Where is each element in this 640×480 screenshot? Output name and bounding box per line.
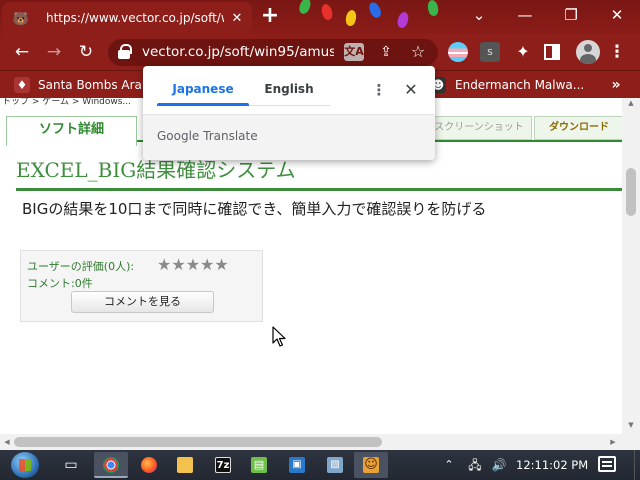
taskbar-task-view[interactable]: ▭ — [54, 452, 88, 478]
christmas-light-decoration — [297, 0, 313, 16]
translate-close-icon[interactable]: ✕ — [401, 80, 421, 100]
close-window-button[interactable]: ✕ — [602, 4, 632, 26]
google-translate-brand: Google Translate — [157, 129, 258, 143]
christmas-light-decoration — [396, 10, 410, 30]
christmas-light-decoration — [367, 0, 383, 20]
share-icon[interactable]: ⇪ — [376, 42, 396, 62]
firefox-icon: ◕ — [141, 457, 157, 473]
lock-icon[interactable] — [118, 44, 132, 59]
extension-s-icon[interactable]: s — [480, 42, 500, 62]
restore-button[interactable]: ❐ — [556, 4, 586, 26]
7zip-icon: 7z — [215, 457, 231, 473]
bookmark-item[interactable]: Endermanch Malwa... — [455, 78, 584, 92]
bookmark-item[interactable]: Santa Bombs Arabs — [38, 78, 156, 92]
task-view-icon: ▭ — [64, 457, 78, 473]
network-icon[interactable]: 🖧 — [466, 457, 484, 473]
monitor-icon: ▧ — [327, 457, 343, 473]
horizontal-scroll-thumb[interactable] — [14, 437, 382, 447]
browser-tab[interactable]: 🐻 https://www.vector.co.jp/soft/win ✕ — [2, 2, 252, 34]
chrome-icon: ◉ — [103, 457, 119, 473]
comment-count: コメント:0件 — [27, 277, 93, 290]
translate-options-icon[interactable]: ⋮ — [371, 80, 387, 100]
bear-face-icon: 🐻 — [12, 12, 30, 27]
folder-icon: ▬ — [177, 457, 193, 473]
christmas-light-decoration — [426, 0, 440, 17]
tab-screenshot[interactable]: スクリーンショット — [426, 116, 532, 140]
forward-icon[interactable]: → — [40, 38, 68, 66]
vertical-scroll-thumb[interactable] — [626, 168, 636, 216]
translate-popup: Japanese English ⋮ ✕ Google Translate — [143, 66, 435, 160]
start-button[interactable] — [6, 450, 44, 480]
extension-flag-icon[interactable] — [448, 42, 468, 62]
address-bar[interactable]: vector.co.jp/soft/win95/amus... 文A ⇪ ☆ — [108, 39, 438, 66]
tab-strip: 🐻 https://www.vector.co.jp/soft/win ✕ + … — [0, 0, 640, 34]
title-divider — [16, 188, 624, 191]
minimize-button[interactable]: — — [510, 4, 540, 26]
christmas-light-decoration — [344, 9, 358, 27]
taskbar-firefox[interactable]: ◕ — [132, 452, 166, 478]
windows-taskbar: ▭ ◉ ◕ ▬ 7z ▤ ▣ ▧ ☺ ⌃ 🖧 🔊 12:11:02 PM — [0, 450, 640, 480]
tab-close-icon[interactable]: ✕ — [228, 10, 246, 28]
scroll-down-icon[interactable]: ▼ — [626, 420, 636, 430]
extensions-puzzle-icon[interactable]: ✦ — [512, 40, 534, 64]
notification-center-icon[interactable] — [598, 456, 616, 472]
translate-icon[interactable]: 文A — [344, 43, 364, 61]
volume-icon[interactable]: 🔊 — [490, 457, 508, 473]
christmas-light-decoration — [320, 2, 334, 22]
new-tab-button[interactable]: + — [258, 5, 282, 29]
profile-avatar[interactable] — [576, 40, 600, 64]
window-app-icon: ▣ — [289, 457, 305, 473]
tab-software-detail[interactable]: ソフト詳細 — [6, 116, 137, 146]
rating-label: ユーザーの評価(0人): — [27, 260, 135, 273]
back-icon[interactable]: ← — [8, 38, 36, 66]
rating-box: ユーザーの評価(0人): ★★★★★ コメント:0件 コメントを見る — [20, 250, 263, 322]
translate-tab-english[interactable]: English — [257, 82, 321, 96]
windows-logo-icon — [11, 452, 39, 478]
taskbar-monitor-app[interactable]: ▧ — [318, 452, 352, 478]
view-comments-button[interactable]: コメントを見る — [71, 291, 214, 313]
bookmark-star-icon[interactable]: ☆ — [408, 42, 428, 62]
translate-footer: Google Translate — [143, 115, 435, 160]
scroll-up-icon[interactable]: ▲ — [626, 98, 636, 108]
tab-title: https://www.vector.co.jp/soft/win — [46, 11, 224, 25]
page-subtitle: BIGの結果を10口まで同時に確認でき、簡単入力で確認誤りを防げる — [22, 200, 487, 218]
reload-icon[interactable]: ↻ — [72, 38, 100, 66]
show-desktop-button[interactable] — [634, 450, 640, 480]
scroll-left-icon[interactable]: ◀ — [2, 437, 12, 447]
scroll-right-icon[interactable]: ▶ — [608, 437, 618, 447]
face-icon: ☺ — [363, 457, 379, 473]
mouse-pointer-icon — [272, 326, 286, 347]
vertical-scrollbar[interactable]: ▲ ▼ — [622, 98, 640, 450]
side-panel-icon[interactable] — [544, 44, 560, 60]
rating-stars-icon: ★★★★★ — [157, 255, 229, 274]
taskbar-7zip[interactable]: 7z — [206, 452, 240, 478]
url-text[interactable]: vector.co.jp/soft/win95/amus... — [142, 44, 334, 60]
system-clock[interactable]: 12:11:02 PM — [516, 458, 588, 472]
taskbar-file-explorer[interactable]: ▬ — [168, 452, 202, 478]
taskbar-notepad-plus[interactable]: ▤ — [242, 452, 276, 478]
tab-search-icon[interactable]: ⌄ — [464, 4, 494, 26]
browser-menu-icon[interactable]: ⋮ — [606, 40, 628, 64]
bookmarks-overflow-icon[interactable]: » — [606, 75, 626, 95]
tray-overflow-icon[interactable]: ⌃ — [442, 457, 456, 473]
taskbar-chrome[interactable]: ◉ — [94, 452, 128, 478]
horizontal-scrollbar[interactable]: ◀ ▶ — [0, 434, 622, 450]
taskbar-face-app[interactable]: ☺ — [354, 452, 388, 478]
bookmark-favicon-icon: ♦ — [14, 77, 30, 93]
taskbar-window-app[interactable]: ▣ — [280, 452, 314, 478]
translate-active-tab-indicator — [157, 103, 249, 106]
tab-download[interactable]: ダウンロード — [534, 116, 624, 140]
notepad-icon: ▤ — [251, 457, 267, 473]
translate-tab-japanese[interactable]: Japanese — [165, 82, 241, 96]
